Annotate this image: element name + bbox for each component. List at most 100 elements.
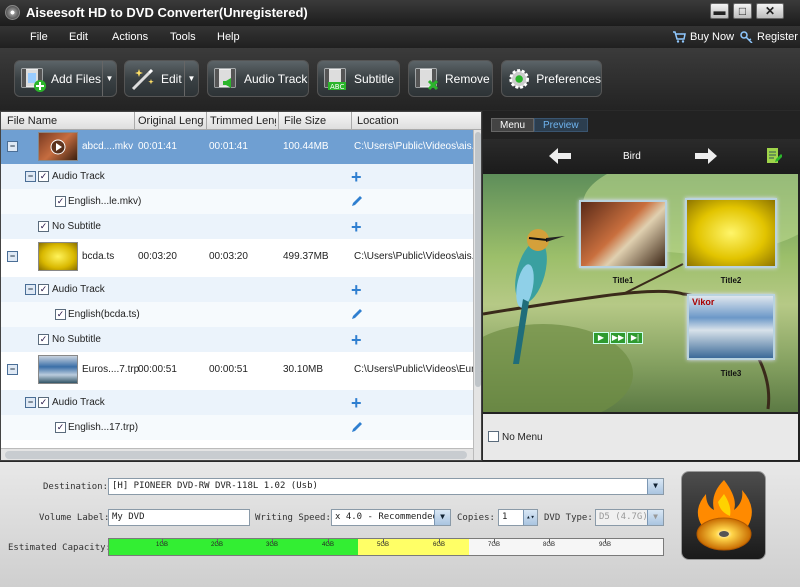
audio-track-row[interactable]: − ✓ Audio Track + [1, 164, 473, 189]
add-subtitle-icon[interactable]: + [351, 218, 362, 236]
horizontal-scrollbar[interactable] [1, 448, 473, 460]
chevron-down-icon[interactable]: ▼ [647, 479, 663, 494]
audio-item-row[interactable]: ✓ English(bcda.ts) [1, 302, 473, 327]
title1-thumbnail[interactable] [579, 200, 667, 268]
stepper-arrows-icon[interactable]: ▴▾ [523, 510, 537, 525]
col-file-name[interactable]: File Name [7, 115, 132, 127]
scroll-thumb[interactable] [475, 132, 481, 387]
edit-menu-icon[interactable] [766, 147, 782, 165]
chevron-down-icon[interactable]: ▼ [647, 510, 663, 525]
trimmed-length: 00:03:20 [209, 251, 248, 262]
audio-track-checkbox[interactable]: ✓ [38, 397, 49, 408]
fast-forward-icon[interactable]: ▶▶ [610, 332, 626, 344]
menu-background: Title1 Title2 Vikor Title3 ▶ ▶▶ ▶| [483, 174, 798, 412]
title3-thumbnail[interactable]: Vikor [687, 294, 775, 360]
no-menu-area: No Menu [483, 414, 798, 460]
scroll-thumb[interactable] [5, 451, 467, 459]
no-menu-checkbox[interactable] [488, 431, 499, 442]
subtitle-checkbox[interactable]: ✓ [38, 221, 49, 232]
menu-edit[interactable]: Edit [69, 31, 88, 43]
volume-label-input[interactable]: My DVD [108, 509, 250, 526]
audio-track-checkbox[interactable]: ✓ [38, 171, 49, 182]
edit-button[interactable]: Edit ▼ [124, 60, 199, 97]
file-list[interactable]: File Name Original Lengt Trimmed Leng Fi… [0, 111, 482, 461]
add-files-button[interactable]: Add Files ▼ [14, 60, 117, 97]
audio-item-checkbox[interactable]: ✓ [55, 196, 66, 207]
audio-item-checkbox[interactable]: ✓ [55, 422, 66, 433]
chevron-down-icon[interactable]: ▼ [434, 510, 450, 525]
subtitle-label: No Subtitle [52, 221, 101, 232]
original-length: 00:01:41 [138, 141, 177, 152]
title2-thumbnail[interactable] [685, 198, 777, 268]
subtitle-row[interactable]: ✓ No Subtitle + [1, 327, 473, 352]
window-title: Aiseesoft HD to DVD Converter(Unregister… [26, 5, 308, 20]
audio-track-button[interactable]: Audio Track [207, 60, 309, 97]
file-row[interactable]: − abcd....mkv 00:01:41 00:01:41 100.44MB… [1, 130, 480, 164]
close-button[interactable]: ✕ [756, 3, 784, 19]
preferences-button[interactable]: Preferences [501, 60, 602, 97]
add-audio-icon[interactable]: + [351, 394, 362, 412]
collapse-toggle[interactable]: − [25, 171, 36, 182]
audio-item-row[interactable]: ✓ English...le.mkv) [1, 189, 473, 214]
tab-menu[interactable]: Menu [491, 118, 535, 132]
capacity-tick-label: 2GB [211, 542, 224, 548]
col-file-size[interactable]: File Size [284, 115, 350, 127]
subtitle-row[interactable]: ✓ No Subtitle + [1, 214, 473, 239]
collapse-toggle[interactable]: − [25, 284, 36, 295]
menu-file[interactable]: File [30, 31, 48, 43]
add-audio-icon[interactable]: + [351, 281, 362, 299]
cart-icon [673, 31, 686, 43]
video-thumbnail [38, 132, 78, 161]
arrow-left-icon[interactable] [549, 148, 571, 164]
file-row[interactable]: − bcda.ts 00:03:20 00:03:20 499.37MB C:\… [1, 240, 480, 274]
add-audio-icon[interactable]: + [351, 168, 362, 186]
audio-track-row[interactable]: − ✓ Audio Track + [1, 277, 473, 302]
trimmed-length: 00:01:41 [209, 141, 248, 152]
menu-tools[interactable]: Tools [170, 31, 196, 43]
vertical-scrollbar[interactable] [473, 130, 481, 460]
audio-track-label: Audio Track [52, 171, 105, 182]
edit-dropdown[interactable]: ▼ [184, 61, 198, 96]
collapse-toggle[interactable]: − [25, 397, 36, 408]
edit-pencil-icon[interactable] [351, 421, 363, 433]
collapse-toggle[interactable]: − [7, 364, 18, 375]
audio-track-checkbox[interactable]: ✓ [38, 284, 49, 295]
edit-pencil-icon[interactable] [351, 195, 363, 207]
remove-button[interactable]: Remove [408, 60, 493, 97]
add-files-dropdown[interactable]: ▼ [102, 61, 116, 96]
tab-preview[interactable]: Preview [534, 118, 588, 132]
menu-help[interactable]: Help [217, 31, 240, 43]
maximize-button[interactable]: □ [733, 3, 752, 19]
col-original-length[interactable]: Original Lengt [138, 115, 204, 127]
audio-item-checkbox[interactable]: ✓ [55, 309, 66, 320]
capacity-label: Estimated Capacity: [8, 543, 111, 553]
collapse-toggle[interactable]: − [7, 251, 18, 262]
writing-speed-select[interactable]: x 4.0 - Recommended ▼ [331, 509, 451, 526]
dvd-type-label: DVD Type: [544, 513, 593, 523]
audio-track-row[interactable]: − ✓ Audio Track + [1, 390, 473, 415]
arrow-right-icon[interactable] [695, 148, 717, 164]
edit-pencil-icon[interactable] [351, 308, 363, 320]
audio-item-row[interactable]: ✓ English...17.trp) [1, 415, 473, 440]
subtitle-button[interactable]: ABC Subtitle [317, 60, 400, 97]
register-link[interactable]: Register [740, 31, 798, 43]
file-row[interactable]: − Euros....7.trp 00:00:51 00:00:51 30.10… [1, 353, 482, 387]
dvd-type-select[interactable]: D5 (4.7G) ▼ [595, 509, 664, 526]
col-trimmed-length[interactable]: Trimmed Leng [210, 115, 276, 127]
copies-value: 1 [502, 512, 508, 522]
key-icon [740, 31, 753, 43]
menu-actions[interactable]: Actions [112, 31, 148, 43]
buy-now-link[interactable]: Buy Now [672, 31, 734, 43]
copies-stepper[interactable]: 1 ▴▾ [498, 509, 538, 526]
minimize-button[interactable]: ▬ [710, 3, 729, 19]
destination-select[interactable]: [H] PIONEER DVD-RW DVR-118L 1.02 (Usb) ▼ [108, 478, 664, 495]
collapse-toggle[interactable]: − [7, 141, 18, 152]
title1-label: Title1 [612, 276, 634, 285]
add-subtitle-icon[interactable]: + [351, 331, 362, 349]
play-icon[interactable]: ▶ [593, 332, 609, 344]
file-name: bcda.ts [82, 251, 115, 262]
subtitle-checkbox[interactable]: ✓ [38, 334, 49, 345]
burn-button[interactable] [681, 471, 766, 560]
col-location[interactable]: Location [357, 115, 467, 127]
skip-end-icon[interactable]: ▶| [627, 332, 643, 344]
